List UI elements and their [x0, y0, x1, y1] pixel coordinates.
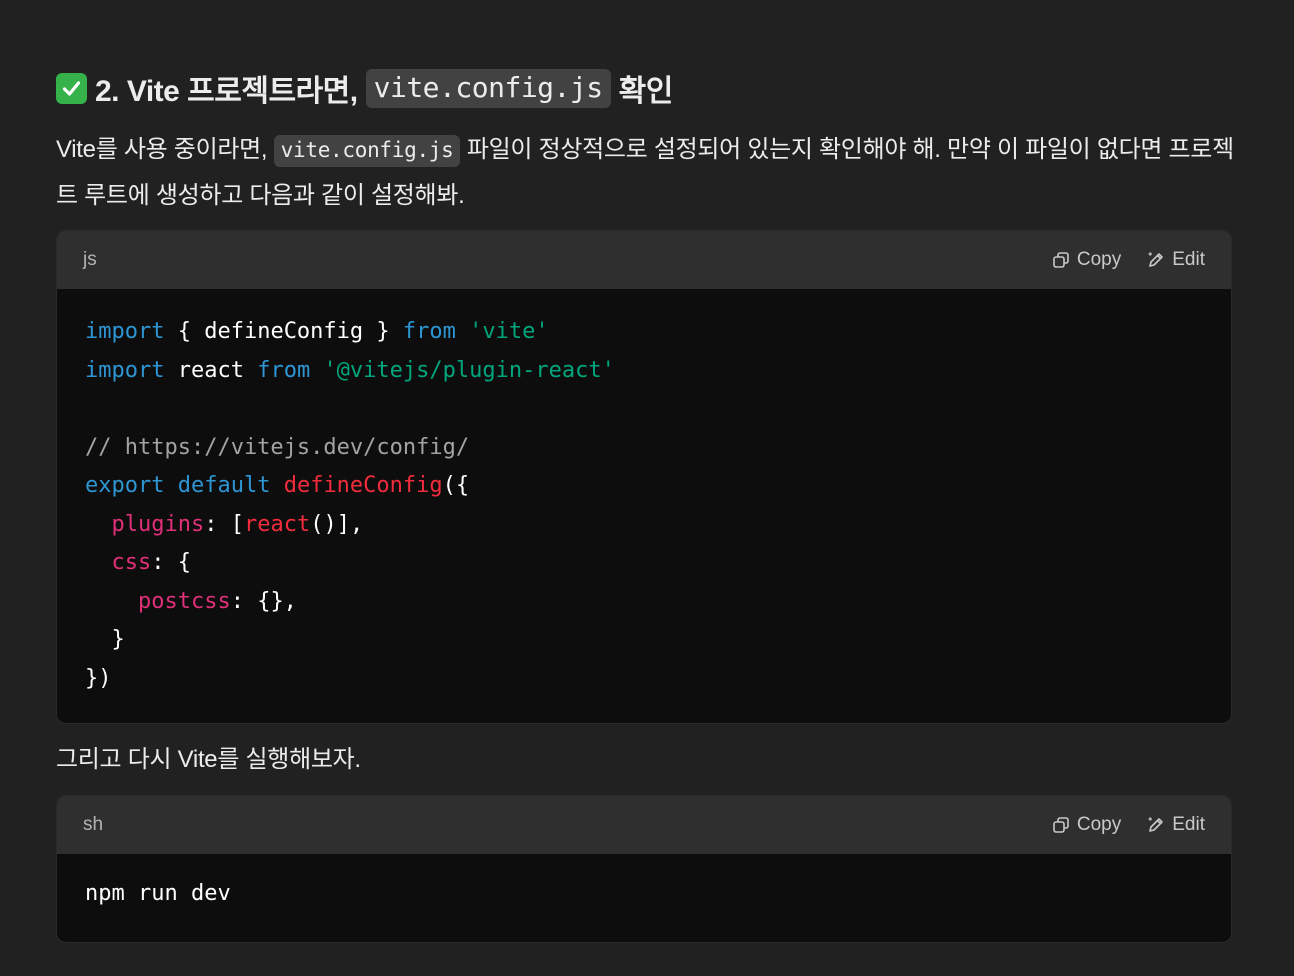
code-token: : [: [204, 511, 244, 537]
code-token: import: [85, 357, 165, 383]
code-token: '@vitejs/plugin-react': [323, 357, 615, 383]
paragraph: Vite를 사용 중이라면, vite.config.js 파일이 정상적으로 …: [56, 127, 1236, 218]
code-language-label: sh: [83, 814, 104, 835]
heading-suffix: 확인: [618, 75, 674, 108]
paragraph-text: 그리고 다시 Vite를 실행해보자.: [56, 746, 361, 773]
code-token: }): [85, 665, 112, 691]
edit-label: Edit: [1172, 249, 1205, 270]
code-token: { defineConfig }: [164, 319, 403, 344]
code-token: }: [85, 627, 125, 652]
code-line: import { defineConfig } from 'vite': [85, 313, 1203, 352]
code-language-label: js: [83, 249, 97, 270]
code-token: from: [402, 319, 456, 344]
code-block-header: sh Copy Edit: [57, 796, 1231, 854]
code-token: npm run dev: [85, 881, 231, 906]
heading-text: 2. Vite 프로젝트라면,: [95, 75, 358, 108]
code-token: default: [177, 473, 271, 498]
code-content: npm run dev: [57, 854, 1231, 914]
code-block: js Copy Edit import { defineConfig } fro…: [56, 230, 1232, 724]
code-token: export: [85, 473, 165, 498]
copy-button[interactable]: Copy: [1052, 249, 1121, 271]
code-token: css: [111, 550, 152, 575]
code-token: 'vite': [469, 319, 549, 344]
chat-message-content: 2. Vite 프로젝트라면, vite.config.js 확인 Vite를 …: [0, 0, 1294, 976]
code-block-actions: Copy Edit: [1052, 814, 1205, 836]
code-content: import { defineConfig } from 'vite' impor…: [57, 289, 1231, 698]
code-block-actions: Copy Edit: [1052, 249, 1205, 271]
copy-label: Copy: [1076, 814, 1122, 835]
code-token: plugins: [111, 511, 205, 537]
code-line: export default defineConfig({: [85, 467, 1203, 506]
code-block-header: js Copy Edit: [57, 231, 1231, 289]
edit-button[interactable]: Edit: [1147, 249, 1205, 271]
code-line: postcss: {},: [85, 583, 1203, 622]
code-line: }: [85, 621, 1203, 660]
copy-icon: [1052, 251, 1070, 269]
code-line: css: {: [85, 544, 1203, 583]
code-token: from: [257, 357, 311, 383]
inline-code: vite.config.js: [273, 135, 461, 167]
paragraph: 그리고 다시 Vite를 실행해보자.: [56, 737, 1236, 782]
pencil-icon: [1147, 816, 1165, 834]
code-token: ()],: [310, 511, 364, 537]
copy-icon: [1052, 816, 1070, 834]
code-line: // https://vitejs.dev/config/: [85, 429, 1203, 468]
white-check-mark-icon: [56, 72, 87, 104]
pencil-icon: [1147, 251, 1165, 269]
code-token: import: [85, 319, 165, 344]
code-token: ({: [442, 473, 470, 498]
code-line: }): [85, 660, 1203, 699]
code-line: npm run dev: [85, 875, 1203, 914]
edit-label: Edit: [1172, 814, 1205, 835]
copy-label: Copy: [1076, 249, 1122, 270]
code-line: plugins: [react()],: [85, 506, 1203, 545]
code-token: // https://vitejs.dev/config/: [85, 434, 470, 460]
code-token: react: [243, 511, 311, 537]
code-token: defineConfig: [283, 473, 443, 498]
copy-button[interactable]: Copy: [1052, 814, 1121, 836]
section-heading: 2. Vite 프로젝트라면, vite.config.js 확인: [56, 66, 673, 110]
paragraph-text: Vite를 사용 중이라면,: [56, 136, 268, 163]
heading-inline-code: vite.config.js: [365, 68, 611, 108]
code-token: react: [164, 357, 258, 383]
code-token: : {},: [230, 588, 297, 614]
code-line: import react from '@vitejs/plugin-react': [85, 352, 1203, 391]
code-block: sh Copy Edit npm run dev: [56, 795, 1232, 943]
code-token: : {: [151, 550, 191, 575]
code-token: postcss: [137, 588, 231, 614]
edit-button[interactable]: Edit: [1147, 814, 1205, 836]
